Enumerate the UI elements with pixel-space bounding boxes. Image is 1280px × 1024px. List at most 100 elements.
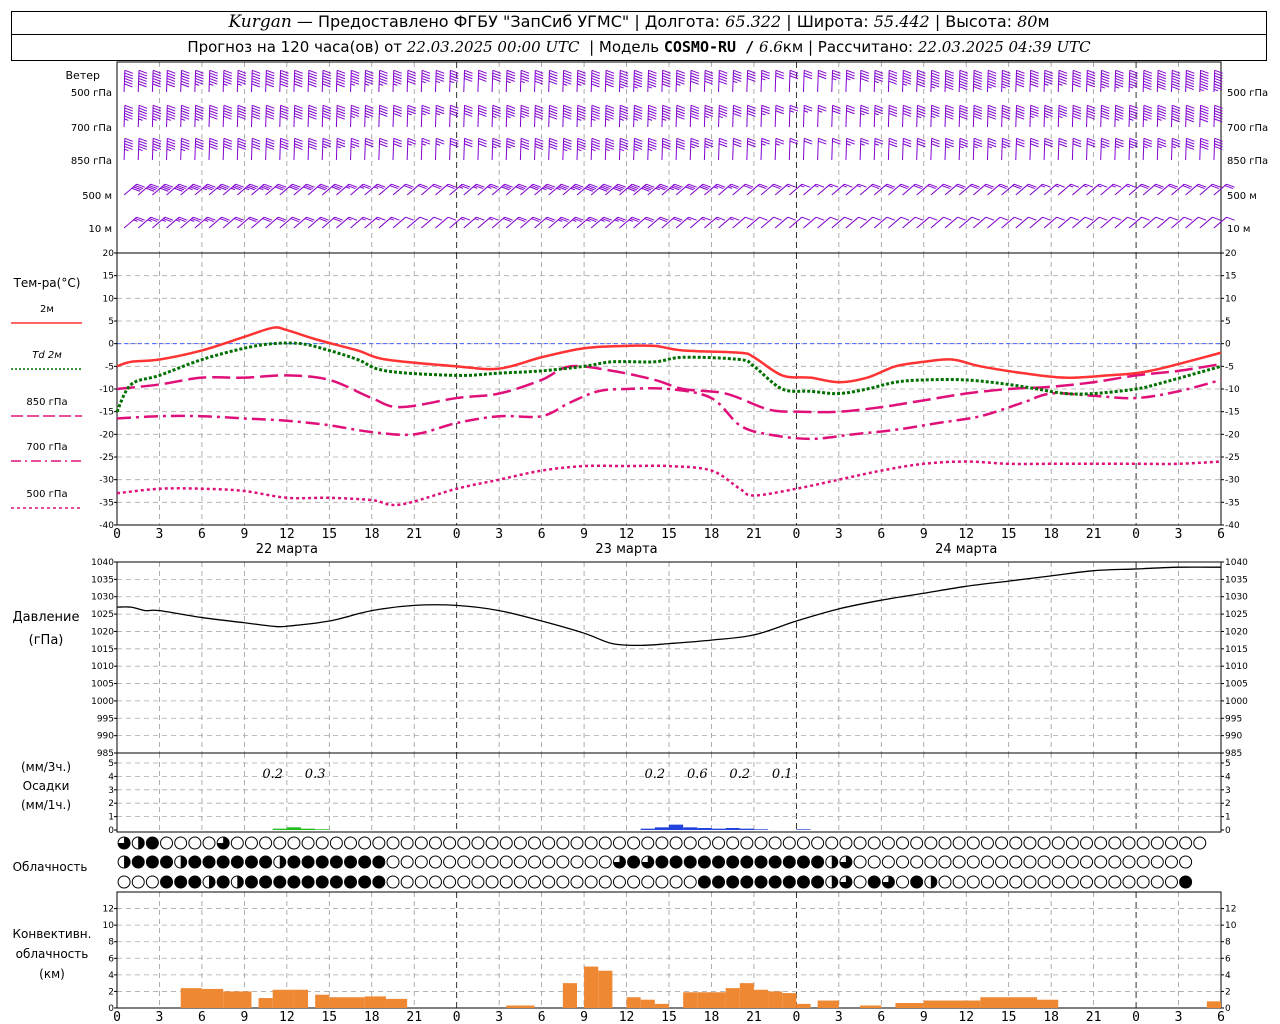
barb-feather	[1186, 104, 1195, 109]
barb-feather	[449, 77, 459, 82]
barb-feather	[987, 107, 997, 112]
barb-feather	[195, 140, 204, 145]
cloud-symbol	[584, 836, 598, 850]
barb-feather	[223, 143, 232, 148]
barb-feather	[1087, 104, 1096, 109]
barb-feather	[379, 140, 388, 145]
barb-feather	[393, 143, 402, 148]
wind-barb	[434, 104, 445, 128]
wind-barb	[859, 137, 870, 161]
barb-feather	[648, 77, 657, 82]
barb-feather	[704, 69, 714, 74]
barb-half-feather	[572, 219, 577, 222]
barb-feather	[265, 115, 275, 120]
press-ytick-label: 1005	[91, 680, 114, 690]
barb-feather	[591, 77, 600, 82]
barb-feather	[676, 137, 686, 142]
conv-bar	[180, 988, 202, 1008]
barb-feather	[464, 77, 473, 82]
barb-half-feather	[364, 83, 370, 86]
barb-staff	[222, 138, 225, 161]
barb-staff	[335, 138, 338, 161]
barb-feather	[308, 80, 317, 85]
barb-half-feather	[421, 112, 426, 116]
barb-half-feather	[704, 115, 709, 119]
barb-feather	[520, 72, 530, 77]
barb-feather	[959, 112, 968, 117]
barb-feather	[124, 107, 133, 112]
wind-barb	[1156, 104, 1167, 128]
barb-feather	[973, 143, 983, 148]
cloud-symbol	[1065, 875, 1079, 889]
barb-feather	[350, 80, 360, 85]
barb-feather	[1058, 137, 1068, 142]
hour-label: 0	[792, 527, 800, 542]
barb-feather	[1143, 75, 1152, 80]
barb-feather	[690, 115, 699, 120]
cloud-symbol	[528, 875, 542, 889]
cloud-circle	[726, 836, 740, 850]
barb-staff	[887, 138, 890, 161]
cloud-circle	[131, 875, 145, 889]
barb-half-feather	[619, 148, 625, 152]
wind-barb	[1057, 137, 1068, 161]
barb-feather	[421, 140, 431, 145]
barb-half-feather	[389, 218, 395, 221]
barb-feather	[308, 69, 318, 74]
barb-half-feather	[1058, 115, 1063, 119]
wind-barb	[1199, 137, 1209, 161]
cloud-circle	[443, 875, 457, 889]
barb-half-feather	[931, 115, 936, 119]
barb-feather	[1002, 137, 1011, 142]
cloud-fill	[160, 876, 173, 888]
barb-staff	[774, 138, 777, 161]
barb-feather	[648, 110, 657, 115]
barb-staff	[519, 138, 522, 161]
barb-feather	[1030, 80, 1039, 85]
barb-feather	[1200, 107, 1209, 112]
barb-feather	[888, 140, 898, 145]
cloud-symbol	[1080, 875, 1094, 889]
cloud-fill	[231, 856, 244, 868]
barb-feather	[181, 75, 190, 80]
barb-feather	[124, 104, 134, 109]
cloud-symbol	[1179, 855, 1193, 869]
cloud-fill	[273, 876, 286, 888]
cloud-circle	[428, 855, 442, 869]
wind-barb	[293, 69, 303, 93]
barb-feather	[1200, 72, 1209, 77]
barb-staff	[250, 138, 253, 161]
barb-feather	[591, 115, 600, 120]
cloud-symbol	[655, 836, 669, 850]
cloud-symbol	[344, 875, 358, 889]
cloud-symbol	[443, 836, 457, 850]
barb-feather	[732, 112, 742, 117]
barb-half-feather	[1114, 86, 1120, 89]
cloud-symbol	[1193, 836, 1207, 850]
barb-feather	[860, 75, 869, 80]
barb-feather	[917, 104, 926, 109]
barb-staff	[477, 138, 480, 161]
cloud-fill	[372, 856, 385, 868]
barb-feather	[803, 140, 813, 145]
cloud-fill	[698, 856, 711, 868]
barb-feather	[223, 145, 232, 150]
barb-feather	[1086, 112, 1096, 117]
wind-barb	[675, 104, 686, 128]
cloud-circle	[1023, 875, 1037, 889]
conv-bar	[768, 991, 783, 1008]
barb-feather	[1058, 112, 1067, 117]
barb-feather	[124, 140, 133, 145]
press-ytick-label: 990	[97, 732, 114, 742]
wind-barb	[1057, 69, 1068, 93]
barb-feather	[1171, 112, 1181, 117]
barb-feather	[350, 143, 360, 148]
cloud-circle	[1108, 875, 1122, 889]
barb-feather	[308, 115, 317, 120]
cloud-symbol	[1150, 836, 1164, 850]
barb-feather	[379, 72, 388, 77]
barb-feather	[167, 69, 176, 74]
conv-ytick-label: 6	[108, 954, 114, 964]
wind-barb	[463, 104, 473, 128]
cloud-circle	[471, 836, 485, 850]
